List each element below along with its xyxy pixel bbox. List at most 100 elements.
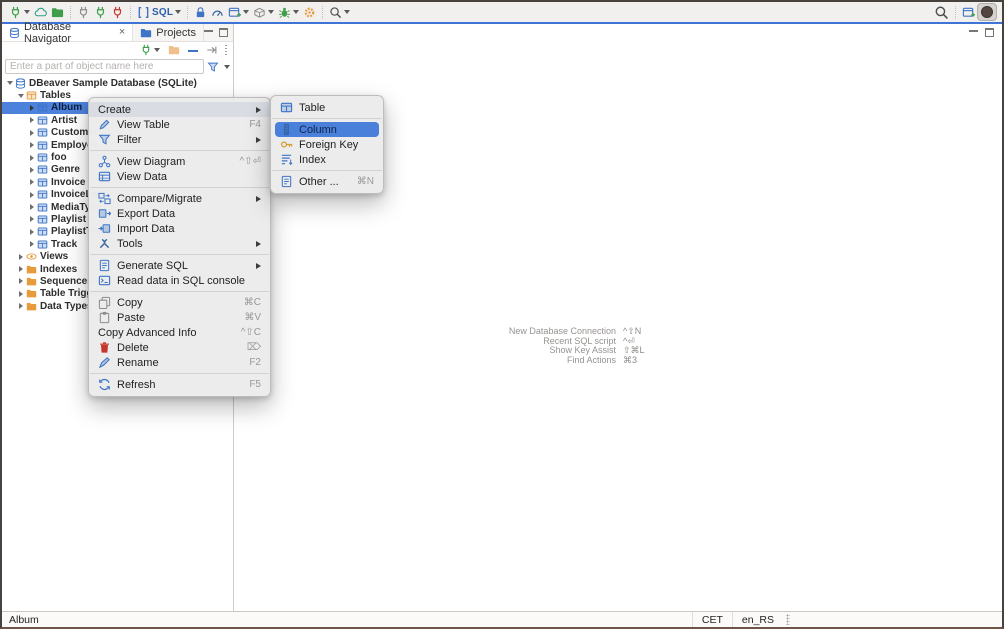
menu-item-refresh[interactable]: RefreshF5 bbox=[89, 377, 270, 392]
menu-item-view-table[interactable]: View TableF4 bbox=[89, 117, 270, 132]
menu-item-export-data[interactable]: Export Data bbox=[89, 206, 270, 221]
user-profile-button[interactable] bbox=[977, 3, 997, 21]
perspective-button[interactable] bbox=[960, 4, 977, 21]
sql-editor-dropdown-icon[interactable] bbox=[175, 10, 181, 14]
dashboard-button[interactable] bbox=[209, 4, 226, 21]
menu-separator bbox=[90, 291, 269, 292]
table-icon bbox=[37, 152, 48, 163]
object-filter-input[interactable] bbox=[5, 59, 204, 74]
nav-new-connection-dropdown-icon[interactable] bbox=[154, 48, 160, 52]
debug-dropdown-icon[interactable] bbox=[293, 10, 299, 14]
debug-button[interactable] bbox=[276, 4, 301, 21]
chevron-collapsed-icon[interactable] bbox=[30, 105, 34, 111]
chevron-collapsed-icon[interactable] bbox=[19, 254, 23, 260]
chevron-collapsed-icon[interactable] bbox=[30, 117, 34, 123]
menu-item-compare-migrate[interactable]: Compare/Migrate bbox=[89, 191, 270, 206]
table-icon bbox=[37, 202, 48, 213]
nav-new-connection-button[interactable] bbox=[138, 42, 162, 59]
tasks-button[interactable] bbox=[251, 4, 276, 21]
chevron-collapsed-icon[interactable] bbox=[30, 167, 34, 173]
menu-item-filter[interactable]: Filter bbox=[89, 132, 270, 147]
submenu-item-foreign-key[interactable]: Foreign Key bbox=[271, 137, 383, 152]
menu-item-paste[interactable]: Paste⌘V bbox=[89, 310, 270, 325]
filter-funnel-icon[interactable] bbox=[207, 61, 219, 73]
table-icon bbox=[37, 140, 48, 151]
menu-item-copy[interactable]: Copy⌘C bbox=[89, 295, 270, 310]
menu-item-rename[interactable]: RenameF2 bbox=[89, 355, 270, 370]
chevron-collapsed-icon[interactable] bbox=[30, 229, 34, 235]
minimize-icon[interactable] bbox=[969, 28, 978, 32]
new-connection-button[interactable] bbox=[7, 4, 32, 21]
database-icon bbox=[15, 78, 26, 89]
open-connection-folder-button[interactable] bbox=[49, 4, 66, 21]
link-with-editor-button[interactable] bbox=[204, 42, 220, 59]
chevron-collapsed-icon[interactable] bbox=[30, 241, 34, 247]
other-object-icon bbox=[280, 175, 293, 188]
chevron-collapsed-icon[interactable] bbox=[19, 303, 23, 309]
chevron-collapsed-icon[interactable] bbox=[30, 155, 34, 161]
chevron-collapsed-icon[interactable] bbox=[30, 130, 34, 136]
close-icon[interactable]: × bbox=[119, 27, 125, 38]
chevron-collapsed-icon[interactable] bbox=[30, 179, 34, 185]
maximize-icon[interactable] bbox=[219, 28, 228, 37]
connect-button[interactable] bbox=[75, 4, 92, 21]
status-locale[interactable]: en_RS bbox=[732, 612, 783, 627]
chevron-collapsed-icon[interactable] bbox=[19, 291, 23, 297]
menu-item-delete[interactable]: Delete⌦ bbox=[89, 340, 270, 355]
menu-item-create[interactable]: Create bbox=[89, 102, 270, 117]
table-icon bbox=[37, 226, 48, 237]
submenu-item-other[interactable]: Other ...⌘N bbox=[271, 174, 383, 189]
search-button[interactable] bbox=[327, 4, 352, 21]
chevron-collapsed-icon[interactable] bbox=[30, 204, 34, 210]
menu-item-view-data[interactable]: View Data bbox=[89, 169, 270, 184]
tree-item-database[interactable]: DBeaver Sample Database (SQLite) bbox=[2, 77, 233, 89]
menu-item-view-diagram[interactable]: View Diagram^⇧⏎ bbox=[89, 154, 270, 169]
table-icon bbox=[37, 164, 48, 175]
disconnect-button[interactable] bbox=[109, 4, 126, 21]
submenu-arrow-icon bbox=[256, 107, 261, 113]
filter-dropdown-icon[interactable] bbox=[224, 65, 230, 69]
menu-separator bbox=[272, 118, 382, 119]
maximize-icon[interactable] bbox=[985, 28, 994, 37]
reconnect-button[interactable] bbox=[92, 4, 109, 21]
minimize-icon[interactable] bbox=[204, 28, 213, 32]
menu-item-import-data[interactable]: Import Data bbox=[89, 221, 270, 236]
menu-item-copy-advanced-info[interactable]: Copy Advanced Info^⇧C bbox=[89, 325, 270, 340]
collapse-all-button[interactable] bbox=[186, 42, 200, 59]
status-grip-handle[interactable] bbox=[786, 614, 790, 625]
tab-projects[interactable]: Projects bbox=[133, 24, 204, 41]
folder-icon bbox=[26, 301, 37, 312]
sql-editor-button[interactable]: SQL bbox=[135, 4, 183, 21]
menu-item-tools[interactable]: Tools bbox=[89, 236, 270, 251]
menu-separator bbox=[90, 187, 269, 188]
chevron-collapsed-icon[interactable] bbox=[19, 278, 23, 284]
chevron-collapsed-icon[interactable] bbox=[30, 142, 34, 148]
new-connection-dropdown-icon[interactable] bbox=[24, 10, 30, 14]
new-window-button[interactable] bbox=[226, 4, 251, 21]
submenu-item-column[interactable]: Column bbox=[275, 122, 379, 137]
menu-separator bbox=[90, 373, 269, 374]
settings-cog-button[interactable] bbox=[301, 4, 318, 21]
cloud-connections-button[interactable] bbox=[32, 4, 49, 21]
toolbar-grip-handle[interactable] bbox=[224, 44, 229, 56]
status-timezone[interactable]: CET bbox=[692, 612, 732, 627]
menu-item-read-data-sql-console[interactable]: Read data in SQL console bbox=[89, 273, 270, 288]
tasks-dropdown-icon[interactable] bbox=[268, 10, 274, 14]
navigator-toolbar bbox=[2, 42, 233, 58]
tab-database-navigator[interactable]: Database Navigator × bbox=[2, 24, 133, 41]
search-dropdown-icon[interactable] bbox=[344, 10, 350, 14]
submenu-item-table[interactable]: Table bbox=[271, 100, 383, 115]
menu-separator bbox=[90, 150, 269, 151]
sql-editor-label: SQL bbox=[152, 7, 173, 18]
new-window-dropdown-icon[interactable] bbox=[243, 10, 249, 14]
chevron-expanded-icon[interactable] bbox=[7, 81, 13, 85]
chevron-collapsed-icon[interactable] bbox=[30, 216, 34, 222]
chevron-collapsed-icon[interactable] bbox=[30, 192, 34, 198]
chevron-expanded-icon[interactable] bbox=[18, 94, 24, 98]
lock-button[interactable] bbox=[192, 4, 209, 21]
chevron-collapsed-icon[interactable] bbox=[19, 266, 23, 272]
nav-new-folder-button[interactable] bbox=[166, 42, 182, 59]
submenu-item-index[interactable]: Index bbox=[271, 152, 383, 167]
menu-item-generate-sql[interactable]: Generate SQL bbox=[89, 258, 270, 273]
global-search-button[interactable] bbox=[932, 4, 951, 21]
